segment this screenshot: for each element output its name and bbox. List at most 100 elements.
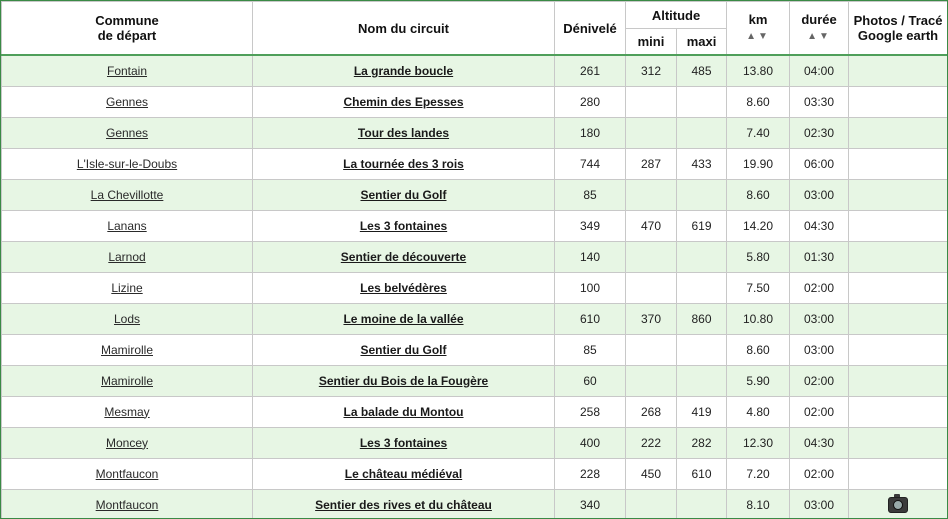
altitude-mini-header: mini (625, 28, 677, 56)
commune-link[interactable]: Fontain (107, 64, 147, 78)
altitude-mini-cell: 370 (625, 302, 677, 335)
commune-cell: Lods (1, 302, 253, 335)
altitude-maxi-cell (675, 85, 728, 118)
duree-cell: 03:00 (789, 488, 850, 519)
km-cell: 8.60 (726, 85, 791, 118)
commune-link[interactable]: La Chevillotte (91, 188, 164, 202)
table-row: Moncey Les 3 fontaines 400 222 282 12.30 04:30 (1, 426, 948, 459)
commune-link[interactable]: Mamirolle (101, 374, 153, 388)
circuit-cell: Le moine de la vallée (252, 302, 555, 335)
commune-link[interactable]: Gennes (106, 126, 148, 140)
circuit-link[interactable]: Les belvédères (360, 281, 447, 295)
km-cell: 13.80 (726, 54, 791, 87)
table-row: Lanans Les 3 fontaines 349 470 619 14.20 04:30 (1, 209, 948, 242)
circuit-link[interactable]: Sentier du Golf (360, 343, 446, 357)
commune-header: Commune de départ (1, 1, 253, 56)
circuit-link[interactable]: Chemin des Epesses (343, 95, 463, 109)
commune-link[interactable]: Mesmay (104, 405, 149, 419)
commune-link[interactable]: L'Isle-sur-le-Doubs (77, 157, 177, 171)
denivele-cell: 100 (554, 271, 626, 304)
circuit-link[interactable]: La grande boucle (354, 64, 453, 78)
duree-sort-icon[interactable]: ▲▼ (791, 29, 848, 44)
circuit-cell: La balade du Montou (252, 395, 555, 428)
table-row: Mesmay La balade du Montou 258 268 419 4.80 02… (1, 395, 948, 428)
duree-cell: 03:30 (789, 85, 850, 118)
denivele-cell: 349 (554, 209, 626, 242)
circuit-cell: La grande boucle (252, 54, 555, 87)
km-cell: 4.80 (726, 395, 791, 428)
duree-cell: 02:00 (789, 364, 850, 397)
table-row: Mamirolle Sentier du Golf 85 8.60 03:00 (1, 333, 948, 366)
denivele-cell: 85 (554, 333, 626, 366)
altitude-maxi-cell (675, 116, 728, 149)
commune-cell: Mamirolle (1, 333, 253, 366)
circuit-cell: Sentier du Golf (252, 333, 555, 366)
photos-header-line1: Photos / Tracé (853, 13, 943, 28)
duree-header[interactable]: durée ▲▼ (789, 1, 850, 56)
duree-cell: 02:00 (789, 271, 850, 304)
table-row: Larnod Sentier de découverte 140 5.80 01:30 (1, 240, 948, 273)
photos-cell (848, 457, 948, 490)
commune-link[interactable]: Lanans (107, 219, 146, 233)
circuit-link[interactable]: Sentier des rives et du château (315, 498, 492, 512)
km-cell: 8.60 (726, 178, 791, 211)
circuit-cell: Sentier des rives et du château (252, 488, 555, 519)
circuit-link[interactable]: La balade du Montou (344, 405, 464, 419)
denivele-cell: 340 (554, 488, 626, 519)
altitude-maxi-cell: 619 (675, 209, 728, 242)
photos-cell (848, 426, 948, 459)
commune-link[interactable]: Montfaucon (96, 498, 159, 512)
circuit-link[interactable]: Tour des landes (358, 126, 449, 140)
km-cell: 8.60 (726, 333, 791, 366)
altitude-mini-cell: 450 (625, 457, 677, 490)
duree-cell: 03:00 (789, 333, 850, 366)
denivele-cell: 258 (554, 395, 626, 428)
duree-cell: 01:30 (789, 240, 850, 273)
altitude-maxi-cell (675, 333, 728, 366)
altitude-mini-cell: 312 (625, 54, 677, 87)
commune-link[interactable]: Mamirolle (101, 343, 153, 357)
denivele-cell: 610 (554, 302, 626, 335)
commune-cell: Gennes (1, 85, 253, 118)
photos-cell (848, 364, 948, 397)
km-header[interactable]: km ▲▼ (726, 1, 791, 56)
duree-cell: 02:00 (789, 395, 850, 428)
commune-link[interactable]: Moncey (106, 436, 148, 450)
commune-link[interactable]: Gennes (106, 95, 148, 109)
circuit-link[interactable]: Les 3 fontaines (360, 436, 447, 450)
commune-cell: Fontain (1, 54, 253, 87)
commune-link[interactable]: Montfaucon (96, 467, 159, 481)
altitude-mini-cell: 222 (625, 426, 677, 459)
denivele-cell: 228 (554, 457, 626, 490)
commune-cell: L'Isle-sur-le-Doubs (1, 147, 253, 180)
km-sort-icon[interactable]: ▲▼ (728, 29, 789, 44)
photos-cell (848, 116, 948, 149)
circuit-header: Nom du circuit (252, 1, 555, 56)
altitude-maxi-cell (675, 240, 728, 273)
altitude-mini-cell: 287 (625, 147, 677, 180)
table-row: L'Isle-sur-le-Doubs La tournée des 3 rois… (1, 147, 948, 180)
circuit-link[interactable]: Le château médiéval (345, 467, 462, 481)
camera-icon[interactable] (888, 493, 909, 513)
altitude-maxi-cell (675, 364, 728, 397)
circuit-link[interactable]: La tournée des 3 rois (343, 157, 464, 171)
denivele-cell: 280 (554, 85, 626, 118)
altitude-mini-cell (625, 488, 677, 519)
commune-link[interactable]: Lizine (111, 281, 142, 295)
altitude-maxi-cell: 433 (675, 147, 728, 180)
circuit-link[interactable]: Le moine de la vallée (343, 312, 463, 326)
altitude-mini-cell: 470 (625, 209, 677, 242)
circuits-table-container: Commune de départ Nom du circuit Dénivel… (0, 0, 948, 519)
circuit-link[interactable]: Les 3 fontaines (360, 219, 447, 233)
circuit-link[interactable]: Sentier de découverte (341, 250, 466, 264)
circuit-link[interactable]: Sentier du Bois de la Fougère (319, 374, 488, 388)
altitude-header: Altitude (624, 1, 728, 29)
photos-cell (848, 85, 948, 118)
circuit-link[interactable]: Sentier du Golf (360, 188, 446, 202)
table-body: Fontain La grande boucle 261 312 485 13.80 04:… (1, 54, 948, 519)
table-row: Montfaucon Le château médiéval 228 450 610 7.… (1, 457, 948, 490)
km-header-label: km (748, 12, 768, 27)
km-cell: 5.80 (726, 240, 791, 273)
commune-link[interactable]: Larnod (108, 250, 145, 264)
commune-link[interactable]: Lods (114, 312, 140, 326)
